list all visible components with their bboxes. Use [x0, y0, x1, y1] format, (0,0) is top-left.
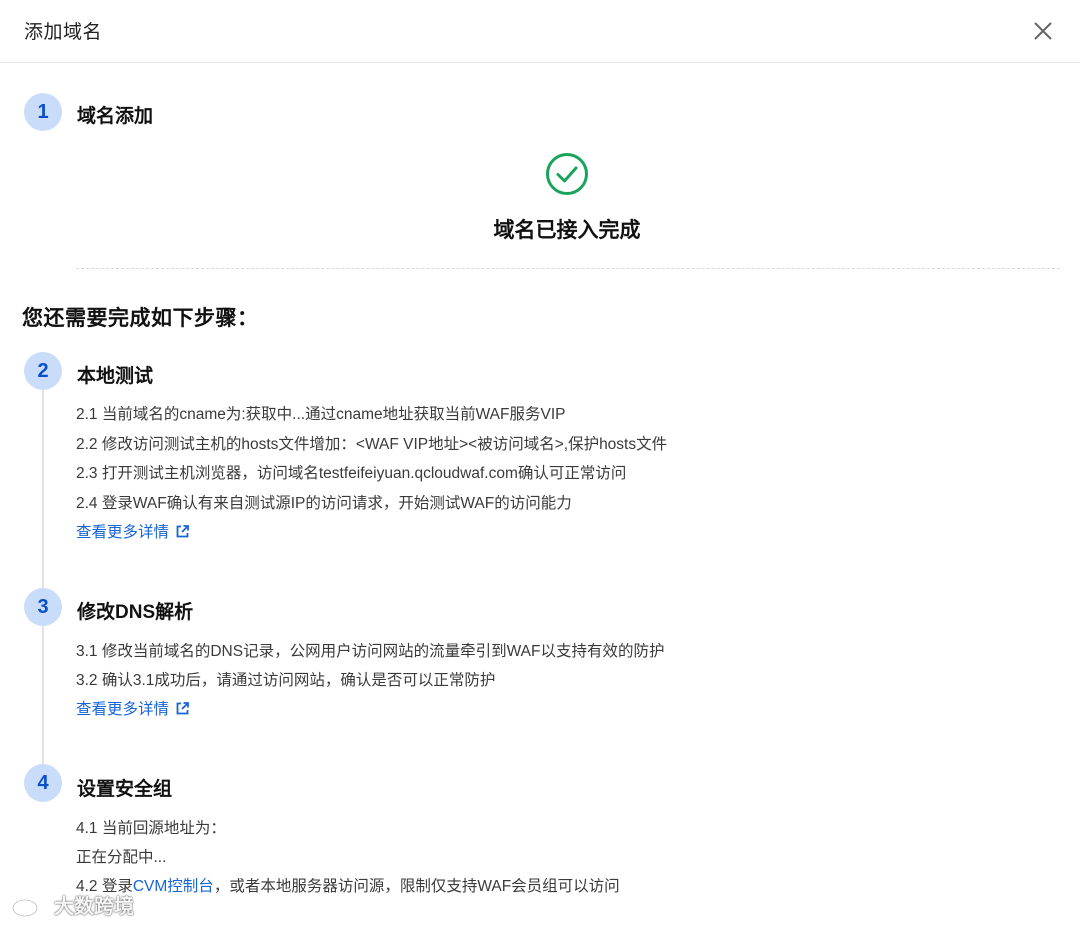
close-button[interactable]	[1026, 14, 1060, 48]
dashed-divider	[76, 268, 1060, 269]
step-4-line-2: 正在分配中...	[76, 849, 167, 866]
step-3-title: 修改DNS解析	[77, 602, 194, 623]
step-2-more-details-label: 查看更多详情	[76, 524, 170, 541]
step-2-line-2: 2.2 修改访问测试主机的hosts文件增加：<WAF VIP地址><被访问域名…	[76, 436, 668, 453]
external-link-icon	[176, 701, 189, 714]
step-2-badge: 2	[24, 352, 62, 390]
success-check-circle	[545, 152, 589, 196]
step-4-line-3: 4.2 登录CVM控制台，或者本地服务器访问源，限制仅支持WAF会员组可以访问	[76, 874, 620, 896]
step-2-line-3: 2.3 打开测试主机浏览器，访问域名testfeifeiyuan.qcloudw…	[76, 465, 627, 482]
step-2-line-1: 2.1 当前域名的cname为:获取中...通过cname地址获取当前WAF服务…	[76, 406, 566, 423]
step-2-title: 本地测试	[77, 366, 154, 387]
step-1-badge: 1	[24, 93, 62, 131]
steps-timeline-line	[42, 390, 44, 770]
cvm-console-link[interactable]: CVM控制台	[133, 878, 214, 895]
check-circle-icon	[546, 153, 588, 195]
success-message: 域名已接入完成	[493, 219, 641, 242]
step-1-title: 域名添加	[77, 106, 154, 127]
dialog-title: 添加域名	[24, 22, 103, 43]
step-3-badge: 3	[24, 588, 62, 626]
step-4-title: 设置安全组	[77, 779, 173, 800]
weibo-logo-icon	[11, 894, 45, 917]
step-3-line-2: 3.2 确认3.1成功后，请通过访问网站，确认是否可以正常防护	[76, 672, 496, 689]
step-4-line-1: 4.1 当前回源地址为：	[76, 820, 226, 837]
watermark-text: 大数跨境	[54, 896, 134, 918]
step-3-more-details-link[interactable]: 查看更多详情	[76, 697, 190, 719]
step-4-line-3-suffix: ，或者本地服务器访问源，限制仅支持WAF会员组可以访问	[213, 878, 620, 895]
close-icon	[1034, 22, 1052, 40]
dialog-header: 添加域名	[0, 0, 1080, 63]
step-2-more-details-link[interactable]: 查看更多详情	[76, 520, 190, 542]
step-4-badge: 4	[24, 764, 62, 802]
external-link-icon	[176, 524, 189, 537]
step-2-line-4: 2.4 登录WAF确认有来自测试源IP的访问请求，开始测试WAF的访问能力	[76, 495, 572, 512]
remaining-steps-heading: 您还需要完成如下步骤：	[22, 307, 259, 330]
watermark: 大数跨境	[10, 890, 134, 919]
step-3-more-details-label: 查看更多详情	[76, 701, 170, 718]
step-3-line-1: 3.1 修改当前域名的DNS记录，公网用户访问网站的流量牵引到WAF以支持有效的…	[76, 643, 665, 660]
